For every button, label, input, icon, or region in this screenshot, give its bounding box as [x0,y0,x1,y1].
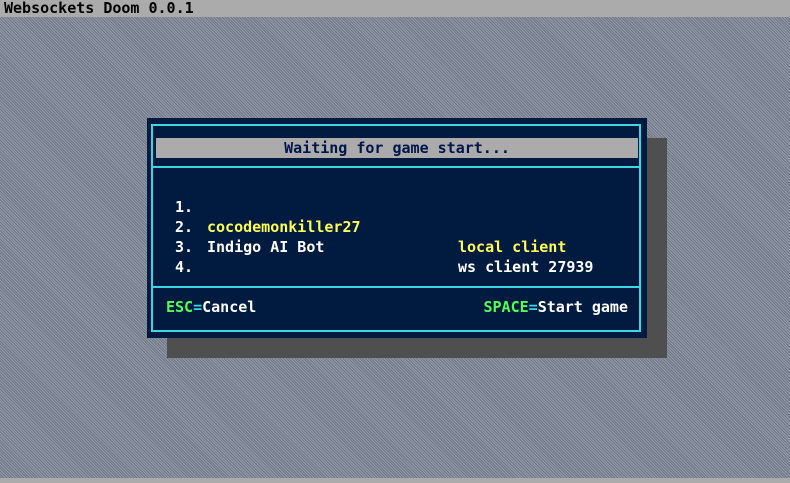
waiting-dialog: Waiting for game start... 1. cocodemonki… [147,118,647,338]
start-game-button[interactable]: SPACE=Start game [484,297,629,317]
window-title: Websockets Doom 0.0.1 [0,0,790,17]
player-client: ws client 27939 [458,258,594,276]
cancel-separator: = [193,298,203,316]
dialog-heading: Waiting for game start... [156,138,638,158]
bottom-strip [0,478,790,483]
player-slot-4: 4. [175,237,635,276]
player-slot-2: 2. Indigo AI Bot ws client 27939 [175,197,635,276]
cancel-label: Cancel [202,298,257,316]
footer-divider [153,286,639,288]
cancel-key: ESC [166,298,194,316]
player-slot-number: 4. [175,258,194,276]
player-slot-3: 3. [175,217,635,256]
start-key: SPACE [483,298,529,316]
heading-divider [153,166,639,168]
cancel-button[interactable]: ESC=Cancel [166,297,256,317]
start-separator: = [528,298,538,316]
start-label: Start game [537,298,628,316]
player-slot-1: 1. cocodemonkiller27 local client [175,177,635,256]
